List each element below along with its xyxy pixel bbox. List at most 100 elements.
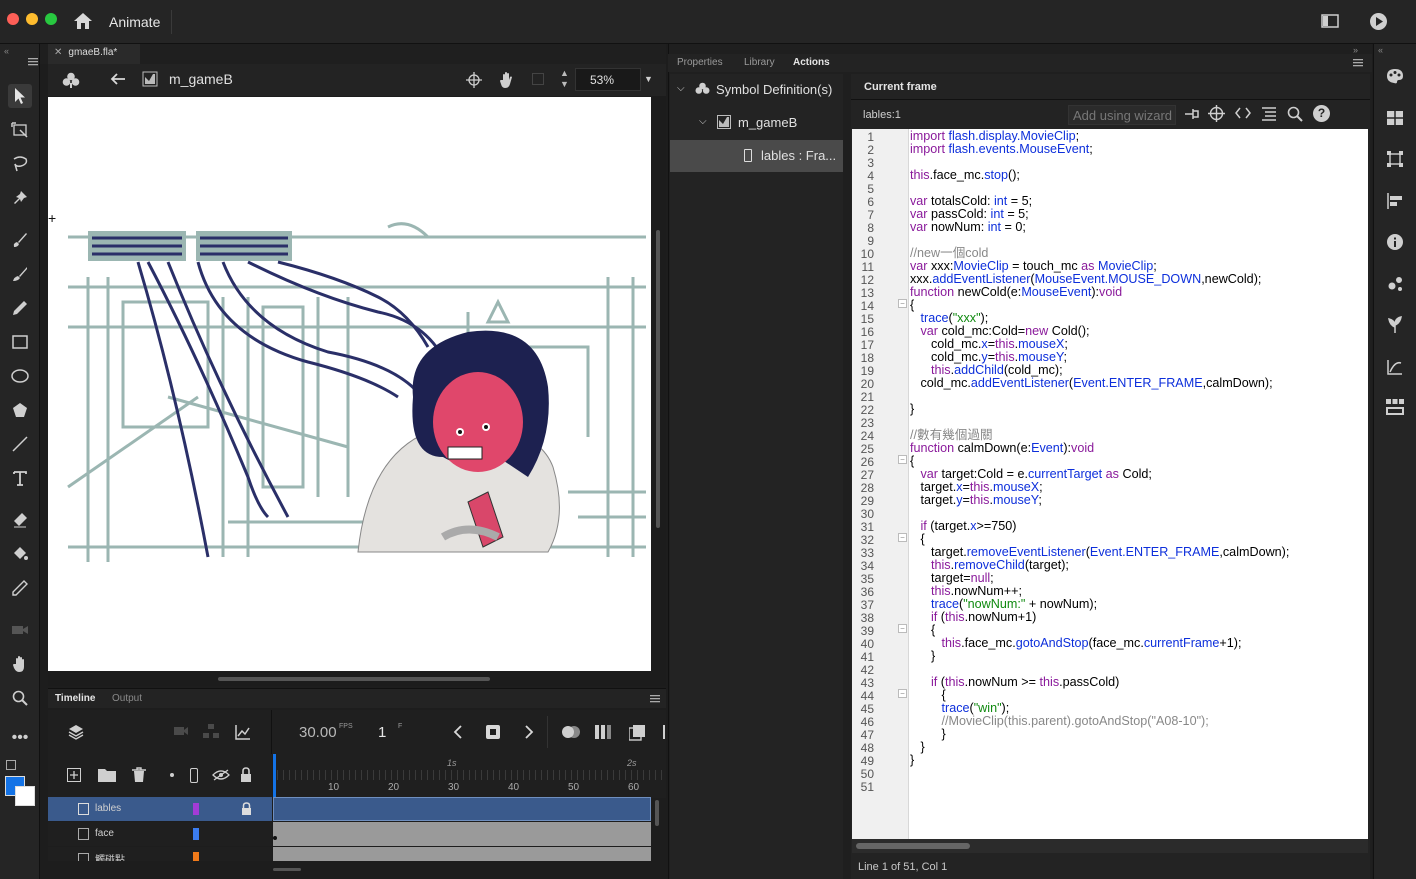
- collapse-strip-icon[interactable]: «: [1378, 45, 1383, 55]
- paint-brush-tool-icon[interactable]: [8, 228, 32, 252]
- rectangle-tool-icon[interactable]: [8, 330, 32, 354]
- eraser-tool-icon[interactable]: [8, 508, 32, 532]
- home-icon[interactable]: [73, 12, 93, 30]
- stage-canvas[interactable]: +: [48, 97, 651, 671]
- code-editor[interactable]: 1 2 3 4 5 6 7 8 9 10 11 12 13 14 15 16 17 18 19 20 21 22 23 24 2…: [852, 129, 1368, 839]
- code-line[interactable]: cold_mc.addEventListener(Event.ENTER_FRA…: [910, 377, 1272, 390]
- frame-span-lables[interactable]: [273, 797, 651, 821]
- components-panel-icon[interactable]: [1383, 395, 1407, 419]
- previous-frame-icon[interactable]: [453, 725, 463, 739]
- code-line[interactable]: if (target.x>=750): [910, 520, 1017, 533]
- tree-item-symbol-definitions[interactable]: ⌵ Symbol Definition(s): [670, 74, 843, 106]
- tree-item-lables-frame[interactable]: lables : Fra...: [670, 140, 843, 172]
- layer-color-swatch[interactable]: [193, 852, 199, 861]
- stage-horizontal-scrollbar[interactable]: [218, 677, 490, 681]
- oval-tool-icon[interactable]: [8, 364, 32, 388]
- stop-icon[interactable]: [486, 725, 500, 739]
- code-line[interactable]: var nowNum: int = 0;: [910, 221, 1026, 234]
- onion-skin-icon[interactable]: [561, 725, 581, 739]
- pencil-tool-icon[interactable]: [8, 296, 32, 320]
- camera-tool-icon[interactable]: [8, 618, 32, 642]
- fold-icon[interactable]: −: [898, 689, 907, 698]
- layer-name[interactable]: 觸碰點: [95, 851, 125, 861]
- add-using-wizard-button[interactable]: Add using wizard: [1068, 105, 1176, 125]
- format-code-icon[interactable]: [1261, 107, 1277, 121]
- pin-script-icon[interactable]: [1184, 107, 1200, 121]
- timeline-horizontal-scrollbar[interactable]: [273, 868, 301, 871]
- code-snippets-icon[interactable]: [1235, 107, 1251, 119]
- hand-tool-icon[interactable]: [8, 652, 32, 676]
- next-frame-icon[interactable]: [524, 725, 534, 739]
- zoom-stepper[interactable]: ▲ ▼: [560, 68, 569, 90]
- code-horizontal-scrollbar[interactable]: [856, 843, 970, 849]
- find-icon[interactable]: [1287, 106, 1303, 122]
- zoom-dropdown-icon[interactable]: ▼: [644, 74, 653, 84]
- panel-menu-icon[interactable]: [28, 58, 38, 66]
- timeline-menu-icon[interactable]: [650, 695, 660, 703]
- edit-multiple-frames-icon[interactable]: [595, 725, 611, 739]
- layer-row-lables[interactable]: lables: [48, 797, 272, 821]
- lasso-tool-icon[interactable]: [8, 152, 32, 176]
- layer-name[interactable]: lables: [95, 803, 121, 814]
- highlight-layers-icon[interactable]: [170, 773, 174, 777]
- tree-item-m-gameb[interactable]: ⌵ m_gameB: [670, 107, 843, 139]
- transform-panel-icon[interactable]: [1383, 147, 1407, 171]
- layer-color-swatch[interactable]: [193, 828, 199, 840]
- frame-span-touch-point[interactable]: [273, 847, 651, 861]
- pin-tool-icon[interactable]: [8, 186, 32, 210]
- clip-content-icon[interactable]: [498, 71, 516, 89]
- default-colors-icon[interactable]: [6, 760, 16, 770]
- close-tab-icon[interactable]: ✕: [54, 47, 62, 58]
- code-line[interactable]: target.y=this.mouseY;: [910, 494, 1041, 507]
- brush-tool-icon[interactable]: [8, 262, 32, 286]
- lock-all-layers-icon[interactable]: [240, 767, 252, 782]
- code-line[interactable]: //MovieClip(this.parent).gotoAndStop("A0…: [910, 715, 1208, 728]
- polystar-tool-icon[interactable]: [8, 398, 32, 422]
- layer-row-touch-point[interactable]: 觸碰點: [48, 847, 272, 861]
- chevron-down-icon[interactable]: ⌵: [699, 116, 707, 127]
- code-line[interactable]: }: [910, 650, 935, 663]
- close-window-button[interactable]: [7, 13, 19, 25]
- insert-target-path-icon[interactable]: [1208, 105, 1225, 122]
- code-line[interactable]: function calmDown(e:Event):void: [910, 442, 1094, 455]
- selection-tool-icon[interactable]: [8, 84, 32, 108]
- info-panel-icon[interactable]: [1383, 230, 1407, 254]
- free-transform-tool-icon[interactable]: [8, 118, 32, 142]
- symbol-name[interactable]: m_gameB: [169, 71, 233, 87]
- motion-editor-icon[interactable]: [1383, 355, 1407, 379]
- layer-color-swatch[interactable]: [193, 803, 199, 815]
- lock-icon[interactable]: [241, 802, 252, 815]
- motion-presets-icon[interactable]: [1383, 272, 1407, 296]
- parenting-icon[interactable]: [203, 724, 219, 738]
- current-frame[interactable]: 1: [378, 724, 386, 741]
- stage-vertical-scrollbar[interactable]: [656, 230, 660, 528]
- code-line[interactable]: import flash.events.MouseEvent;: [910, 143, 1093, 156]
- snap-to-objects-icon[interactable]: [466, 72, 482, 88]
- code-line[interactable]: }: [910, 403, 914, 416]
- assets-panel-icon[interactable]: [1383, 312, 1407, 336]
- tab-timeline[interactable]: Timeline: [55, 693, 95, 704]
- document-tab[interactable]: ✕ gmaeB.fla*: [48, 44, 140, 64]
- layer-row-face[interactable]: face: [48, 822, 272, 846]
- eyedropper-tool-icon[interactable]: [8, 576, 32, 600]
- camera-icon[interactable]: [173, 725, 189, 737]
- layers-icon[interactable]: [68, 724, 84, 740]
- delete-icon[interactable]: [132, 767, 146, 783]
- paint-bucket-tool-icon[interactable]: [8, 542, 32, 566]
- minimize-window-button[interactable]: [26, 13, 38, 25]
- tab-output[interactable]: Output: [112, 693, 142, 704]
- code-line[interactable]: this.face_mc.gotoAndStop(face_mc.current…: [910, 637, 1242, 650]
- new-layer-icon[interactable]: [67, 768, 81, 782]
- help-icon[interactable]: ?: [1313, 105, 1330, 122]
- back-arrow-icon[interactable]: [110, 72, 126, 86]
- code-line[interactable]: }: [910, 754, 914, 767]
- code-line[interactable]: this.face_mc.stop();: [910, 169, 1020, 182]
- fold-icon[interactable]: −: [898, 299, 907, 308]
- more-tools-icon[interactable]: •••: [8, 726, 32, 750]
- frame-span-face[interactable]: [273, 822, 651, 846]
- code-line[interactable]: function newCold(e:MouseEvent):void: [910, 286, 1122, 299]
- collapse-icon[interactable]: «: [4, 46, 9, 56]
- stage-center-icon[interactable]: [532, 73, 544, 85]
- workspace-layout-icon[interactable]: [1321, 14, 1339, 28]
- insert-frame-icon[interactable]: [629, 725, 645, 741]
